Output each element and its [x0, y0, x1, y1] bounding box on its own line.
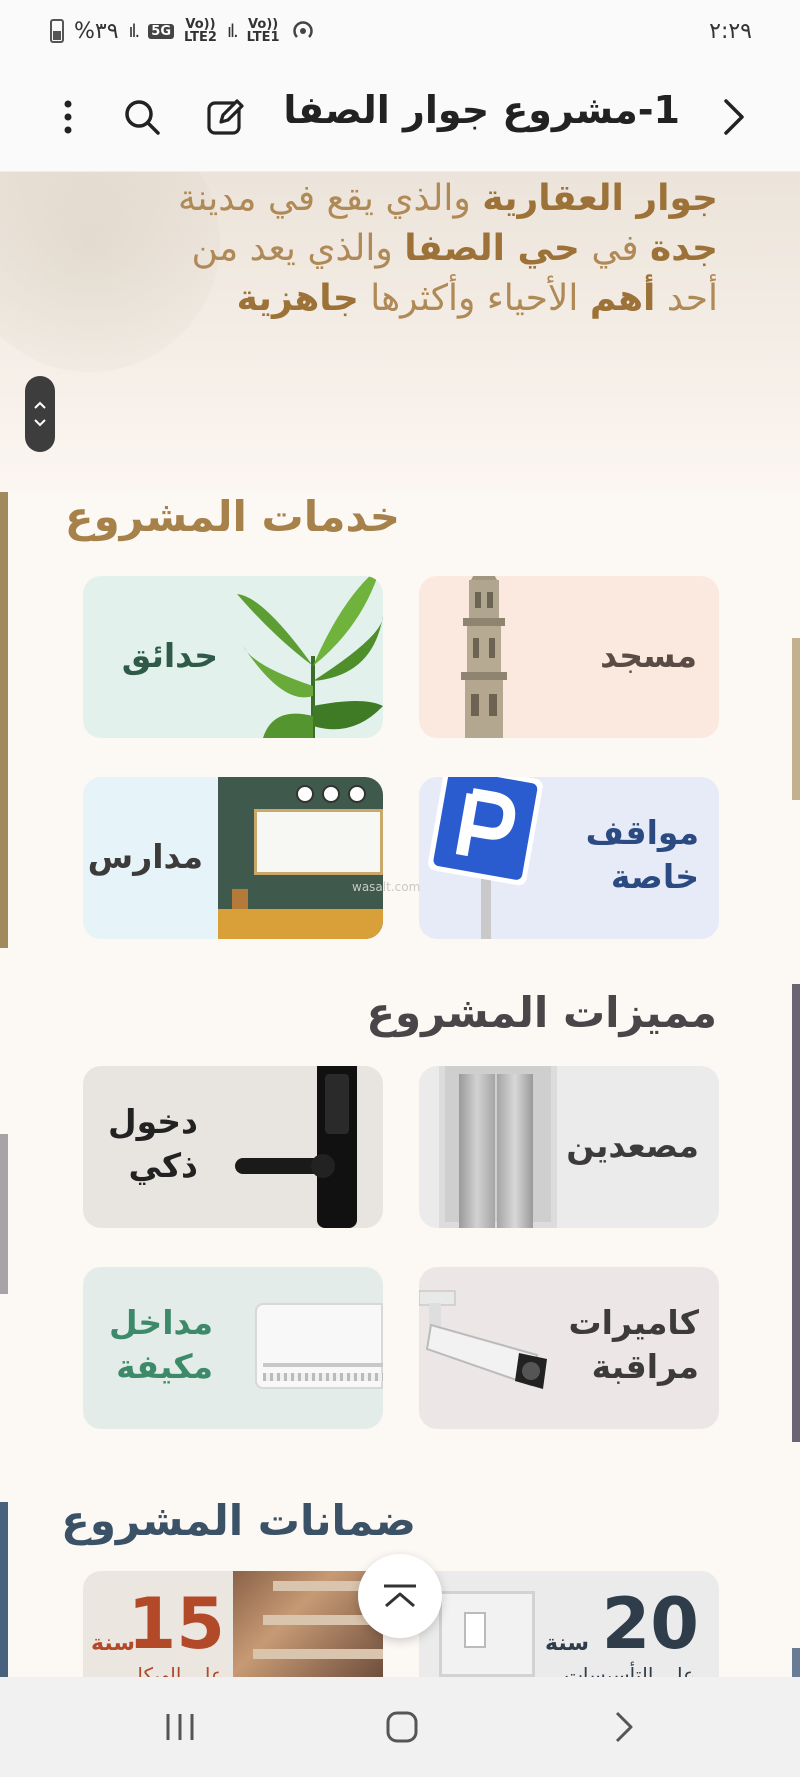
- watermark: wasalt.com: [352, 880, 421, 894]
- elevator-icon: [439, 1066, 557, 1228]
- guarantees-title: ضمانات المشروع: [61, 1496, 416, 1545]
- feature-label-smart-entry: دخول ذكي: [107, 1102, 198, 1185]
- clock: ٢:٢٩: [709, 18, 752, 44]
- hero-banner: جوار العقارية والذي يقع في مدينة جدة في …: [0, 172, 800, 492]
- search-icon[interactable]: [112, 87, 172, 147]
- air-conditioner-icon: [255, 1303, 383, 1389]
- guarantee-caption-structure: على الهيكل: [128, 1663, 223, 1677]
- battery-level: %٣٩: [74, 18, 119, 44]
- services-title: خدمات المشروع: [64, 492, 400, 541]
- hotspot-icon: [292, 21, 313, 38]
- service-label-schools: مدارس: [87, 837, 203, 876]
- side-stripe: [0, 492, 8, 948]
- feature-label-ac-entrances: مداخل مكيفة: [108, 1303, 213, 1386]
- side-stripe: [792, 984, 800, 1442]
- feature-label-elevators: مصعدين: [566, 1126, 699, 1165]
- guarantee-number-installations: 20: [601, 1583, 699, 1665]
- side-stripe: [792, 1648, 800, 1677]
- minaret-icon: [461, 576, 507, 738]
- arrow-up-icon: [384, 1584, 416, 1608]
- side-stripe: [0, 1502, 8, 1677]
- battery-icon: [50, 19, 64, 43]
- plant-icon: [237, 576, 383, 738]
- side-stripe: [0, 1134, 8, 1294]
- page-title: 1-مشروع جوار الصفا: [283, 88, 680, 132]
- security-camera-icon: [419, 1290, 547, 1389]
- hero-description: جوار العقارية والذي يقع في مدينة جدة في …: [178, 178, 718, 319]
- feature-card-elevators[interactable]: مصعدين: [419, 1066, 719, 1228]
- system-nav-bar: [0, 1677, 800, 1777]
- status-bar: %٣٩ ıl. 5G Vo)) LTE2 ıl. Vo)) LTE1 ٢:٢٩: [0, 0, 800, 62]
- lte2-indicator: Vo)) LTE2: [184, 17, 217, 45]
- back-icon[interactable]: [584, 1697, 664, 1757]
- signal-icon-2: ıl.: [226, 20, 239, 42]
- chevron-up-icon: [34, 401, 46, 409]
- guarantee-caption-installations: على التأسيسات: [564, 1663, 695, 1677]
- scroll-handle[interactable]: [25, 376, 55, 452]
- service-card-parking[interactable]: مواقف خاصة: [419, 777, 719, 939]
- service-label-gardens: حدائق: [121, 636, 218, 675]
- smart-lock-icon: [235, 1066, 357, 1228]
- back-arrow-icon[interactable]: [704, 87, 764, 147]
- feature-card-cameras[interactable]: كاميرات مراقبة: [419, 1267, 719, 1429]
- status-icons: %٣٩ ıl. 5G Vo)) LTE2 ıl. Vo)) LTE1: [50, 18, 316, 44]
- home-icon[interactable]: [362, 1697, 442, 1757]
- service-card-schools[interactable]: مدارس: [83, 777, 383, 939]
- feature-label-cameras: كاميرات مراقبة: [568, 1303, 700, 1386]
- guarantee-card-installations[interactable]: 20 سنة على التأسيسات: [419, 1571, 719, 1677]
- side-stripe: [792, 638, 800, 800]
- signal-icon: ıl.: [128, 20, 141, 42]
- guarantee-number-structure: 15: [127, 1583, 225, 1665]
- classroom-image: [218, 777, 383, 939]
- guarantee-card-structure[interactable]: 15 سنة على الهيكل: [83, 1571, 383, 1677]
- lte1-indicator: Vo)) LTE1: [246, 17, 280, 45]
- parking-sign-icon: [428, 777, 543, 939]
- app-header: 1-مشروع جوار الصفا: [0, 62, 800, 172]
- guarantee-unit-installations: سنة: [545, 1631, 589, 1656]
- chevron-down-icon: [34, 419, 46, 427]
- service-label-mosque: مسجد: [600, 636, 697, 675]
- scroll-to-top-button[interactable]: [358, 1554, 442, 1638]
- more-options-icon[interactable]: [38, 87, 98, 147]
- service-card-gardens[interactable]: حدائق: [83, 576, 383, 738]
- feature-card-smart-entry[interactable]: دخول ذكي: [83, 1066, 383, 1228]
- service-card-mosque[interactable]: مسجد: [419, 576, 719, 738]
- feature-card-ac-entrances[interactable]: مداخل مكيفة: [83, 1267, 383, 1429]
- recent-apps-icon[interactable]: [140, 1697, 220, 1757]
- service-label-parking: مواقف خاصة: [585, 813, 699, 896]
- switch-icon: [439, 1591, 535, 1677]
- guarantee-unit-structure: سنة: [91, 1631, 135, 1656]
- features-title: مميزات المشروع: [366, 988, 717, 1037]
- edit-icon[interactable]: [196, 87, 256, 147]
- network-5g-indicator: 5G: [148, 23, 174, 39]
